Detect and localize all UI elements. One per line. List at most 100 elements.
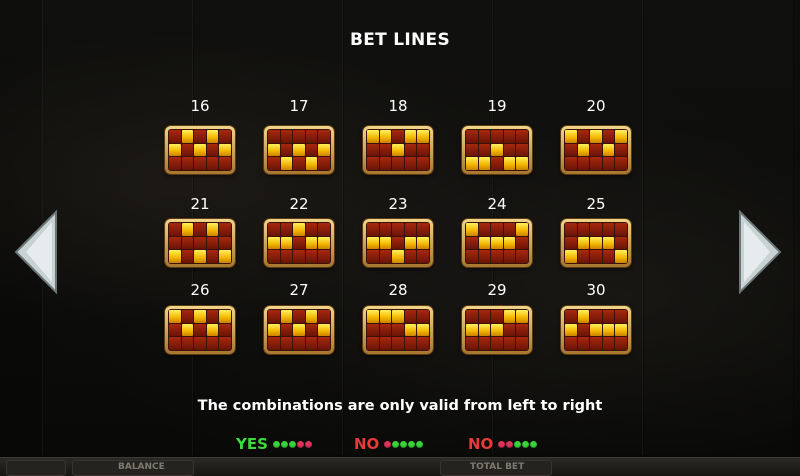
green-dot xyxy=(400,440,408,448)
pattern-cell xyxy=(565,310,577,323)
reel-pattern-grid xyxy=(465,309,529,351)
pattern-cell xyxy=(590,143,602,157)
pattern-cell xyxy=(293,236,305,250)
pattern-cell-active xyxy=(392,250,404,263)
pattern-cell xyxy=(577,337,590,350)
pattern-cell-active xyxy=(404,323,417,337)
green-dot xyxy=(272,440,280,448)
pattern-cell xyxy=(280,223,293,236)
pattern-cell-active xyxy=(181,223,194,236)
pattern-cell xyxy=(577,130,590,143)
pattern-cell-active xyxy=(219,143,231,157)
pattern-cell xyxy=(417,223,429,236)
line-number: 18 xyxy=(388,97,408,115)
next-page-arrow[interactable] xyxy=(738,208,784,296)
pattern-cell xyxy=(577,157,590,170)
pattern-cell-active xyxy=(318,143,330,157)
pattern-cell-active xyxy=(590,130,602,143)
pattern-cell-active xyxy=(577,143,590,157)
pattern-cell-active xyxy=(268,236,280,250)
pattern-cell-active xyxy=(194,143,206,157)
pattern-cell xyxy=(318,310,330,323)
pattern-cell xyxy=(417,157,429,170)
line-number: 30 xyxy=(586,281,606,299)
pattern-cell xyxy=(169,323,181,337)
pattern-cell xyxy=(305,130,318,143)
pattern-cell xyxy=(293,250,305,263)
pattern-cell xyxy=(577,223,590,236)
pattern-cell xyxy=(181,236,194,250)
pattern-cell xyxy=(491,250,503,263)
bet-line-card xyxy=(363,126,433,174)
pattern-cell xyxy=(367,250,379,263)
pattern-cell xyxy=(379,143,392,157)
pattern-cell xyxy=(305,143,318,157)
pattern-cell xyxy=(268,310,280,323)
pattern-cell-active xyxy=(219,310,231,323)
pattern-cell xyxy=(392,337,404,350)
reel-pattern-grid xyxy=(366,129,430,171)
pattern-cell xyxy=(379,250,392,263)
pattern-cell-active xyxy=(379,236,392,250)
pattern-cell-active xyxy=(466,323,478,337)
pattern-cell xyxy=(194,337,206,350)
pattern-cell-active xyxy=(466,157,478,170)
pattern-cell-active xyxy=(367,130,379,143)
pattern-cell xyxy=(602,310,615,323)
pattern-cell xyxy=(280,143,293,157)
pattern-cell xyxy=(602,130,615,143)
pattern-cell-active xyxy=(293,143,305,157)
pattern-cell xyxy=(615,310,627,323)
pattern-cell xyxy=(478,250,491,263)
red-dot xyxy=(304,440,312,448)
green-dot xyxy=(530,440,538,448)
pattern-cell xyxy=(590,337,602,350)
pattern-cell xyxy=(305,323,318,337)
pattern-cell-active xyxy=(565,323,577,337)
pattern-cell-active xyxy=(503,310,516,323)
pattern-cell xyxy=(565,236,577,250)
pattern-cell-active xyxy=(565,130,577,143)
pattern-cell xyxy=(318,337,330,350)
prev-page-arrow[interactable] xyxy=(12,208,58,296)
pattern-cell xyxy=(367,323,379,337)
pattern-cell xyxy=(280,337,293,350)
pattern-cell xyxy=(404,157,417,170)
pattern-cell-active xyxy=(379,130,392,143)
pattern-cell xyxy=(169,130,181,143)
reel-pattern-grid xyxy=(564,309,628,351)
pattern-cell xyxy=(392,323,404,337)
pattern-cell-active xyxy=(169,250,181,263)
pattern-cell xyxy=(194,323,206,337)
pattern-cell-active xyxy=(516,310,528,323)
pattern-cell-active xyxy=(565,250,577,263)
pattern-cell xyxy=(305,337,318,350)
pattern-cell xyxy=(219,157,231,170)
reel-pattern-grid xyxy=(267,129,331,171)
green-dot xyxy=(416,440,424,448)
line-number: 26 xyxy=(190,281,210,299)
pattern-cell-active xyxy=(615,250,627,263)
legend-no-2: NO xyxy=(468,434,538,454)
pattern-cell xyxy=(491,130,503,143)
pattern-cell-active xyxy=(206,130,219,143)
red-dot xyxy=(296,440,304,448)
legend-label: NO xyxy=(468,435,494,453)
pattern-cell xyxy=(194,223,206,236)
red-dot xyxy=(498,440,506,448)
pattern-cell xyxy=(565,337,577,350)
pattern-cell xyxy=(417,310,429,323)
pattern-cell xyxy=(206,310,219,323)
pattern-cell-active xyxy=(305,157,318,170)
pattern-cell xyxy=(219,337,231,350)
pattern-cell-active xyxy=(379,310,392,323)
pattern-cell xyxy=(219,223,231,236)
bet-line-card xyxy=(165,126,235,174)
pattern-cell xyxy=(565,223,577,236)
line-number: 28 xyxy=(388,281,408,299)
line-number: 27 xyxy=(289,281,309,299)
pattern-cell xyxy=(417,143,429,157)
pattern-cell xyxy=(392,130,404,143)
line-number: 29 xyxy=(487,281,507,299)
pattern-cell xyxy=(615,223,627,236)
